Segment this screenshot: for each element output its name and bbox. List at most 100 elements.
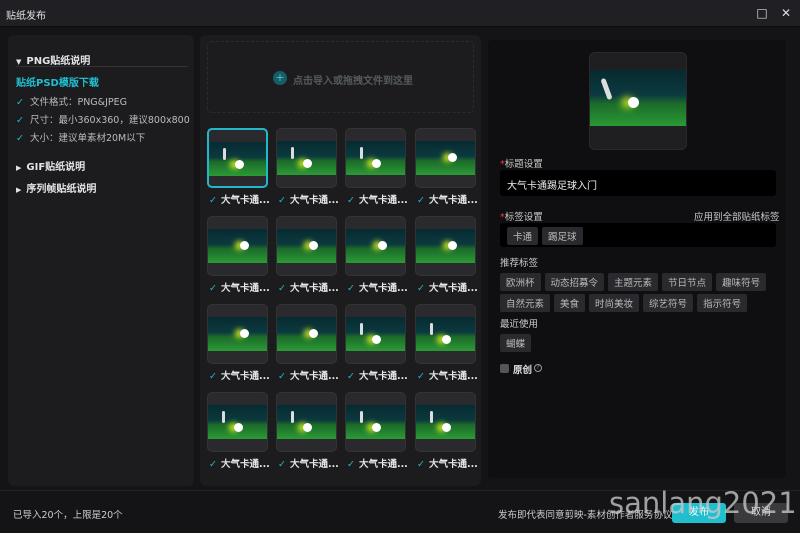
recommend-tag[interactable]: 美食: [554, 294, 586, 312]
sticker-thumbnail[interactable]: [415, 216, 476, 276]
sticker-label: ✓ 大气卡通...: [278, 371, 339, 382]
check-icon: ✓: [16, 133, 24, 144]
check-icon: ✓: [417, 283, 425, 294]
sticker-image: [416, 405, 475, 439]
check-icon: ✓: [209, 371, 217, 382]
sticker-thumbnail[interactable]: [207, 216, 268, 276]
check-icon: ✓: [16, 115, 24, 126]
sticker-image: [416, 141, 475, 175]
tag-chip[interactable]: 卡通: [507, 227, 539, 245]
sticker-thumbnail[interactable]: [276, 128, 337, 188]
recommend-tag[interactable]: 节日节点: [662, 273, 713, 291]
tag-chip[interactable]: 踢足球: [542, 227, 583, 245]
sticker-thumbnail[interactable]: [207, 304, 268, 364]
sticker-image: [208, 229, 267, 263]
sticker-thumbnail[interactable]: [345, 128, 406, 188]
sticker-image: [209, 142, 266, 176]
check-icon: ✓: [278, 283, 286, 294]
check-icon: ✓: [278, 459, 286, 470]
sticker-label: ✓ 大气卡通...: [209, 195, 270, 206]
sticker-thumbnail[interactable]: [345, 304, 406, 364]
check-icon: ✓: [417, 459, 425, 470]
sticker-label: ✓ 大气卡通...: [278, 283, 339, 294]
check-icon: ✓: [278, 195, 286, 206]
maximize-icon[interactable]: □: [754, 5, 770, 21]
check-icon: ✓: [417, 195, 425, 206]
check-icon: ✓: [347, 283, 355, 294]
window-title: 贴纸发布: [6, 11, 46, 22]
sticker-image: [277, 405, 336, 439]
sticker-label: ✓ 大气卡通...: [347, 283, 408, 294]
sticker-label: ✓ 大气卡通...: [347, 459, 408, 470]
sticker-thumbnail[interactable]: [207, 128, 268, 188]
recommend-tag[interactable]: 动态招募令: [544, 273, 605, 291]
caret-right-icon: ▶: [16, 186, 22, 194]
tags-input[interactable]: 卡通 踢足球: [500, 223, 776, 247]
sticker-preview: [589, 52, 687, 150]
sticker-label: ✓ 大气卡通...: [278, 195, 339, 206]
check-icon: ✓: [417, 371, 425, 382]
sticker-thumbnail[interactable]: [276, 392, 337, 452]
title-value: 大气卡通踢足球入门: [507, 181, 597, 192]
sticker-thumbnail[interactable]: [415, 128, 476, 188]
recommend-tag[interactable]: 趣味符号: [716, 273, 767, 291]
close-icon[interactable]: ✕: [778, 5, 794, 21]
sticker-thumbnail[interactable]: [276, 304, 337, 364]
check-icon: ✓: [209, 195, 217, 206]
recent-tag[interactable]: 蝴蝶: [500, 334, 532, 352]
cancel-button[interactable]: 取消: [734, 503, 788, 523]
sticker-image: [416, 229, 475, 263]
publish-button[interactable]: 发布: [672, 503, 726, 523]
sticker-image: [416, 317, 475, 351]
sticker-thumbnail[interactable]: [276, 216, 337, 276]
original-checkbox[interactable]: [500, 364, 509, 373]
recommend-tag[interactable]: 自然元素: [500, 294, 551, 312]
caret-down-icon: ▼: [16, 58, 22, 66]
sticker-image: [346, 141, 405, 175]
sticker-image: [277, 141, 336, 175]
sticker-thumbnail[interactable]: [345, 216, 406, 276]
sticker-image: [208, 405, 267, 439]
recommend-label: 推荐标签: [500, 258, 539, 269]
recent-label: 最近使用: [500, 319, 539, 330]
recommend-tag[interactable]: 主题元素: [608, 273, 659, 291]
sequence-guide-toggle[interactable]: ▶ 序列帧贴纸说明: [16, 180, 96, 195]
sticker-label: ✓ 大气卡通...: [278, 459, 339, 470]
apply-all-tags-link[interactable]: 应用到全部贴纸标签: [694, 209, 780, 223]
sticker-thumbnail[interactable]: [207, 392, 268, 452]
check-icon: ✓: [209, 283, 217, 294]
title-input[interactable]: 大气卡通踢足球入门: [500, 170, 776, 196]
psd-template-link[interactable]: 贴纸PSD模版下载: [16, 74, 99, 89]
png-guide-toggle[interactable]: ▼ PNG贴纸说明: [16, 52, 90, 67]
title-label: *标题设置: [500, 159, 543, 170]
sticker-thumbnail[interactable]: [345, 392, 406, 452]
guide-item: ✓ 大小：建议单素材20M以下: [16, 133, 146, 144]
original-label: 原创: [513, 365, 533, 376]
gif-guide-toggle[interactable]: ▶ GIF贴纸说明: [16, 158, 85, 173]
sticker-image: [277, 229, 336, 263]
sticker-label: ✓ 大气卡通...: [347, 195, 408, 206]
check-icon: ✓: [347, 195, 355, 206]
help-icon[interactable]: ?: [534, 364, 542, 372]
check-icon: ✓: [278, 371, 286, 382]
sticker-image: [346, 229, 405, 263]
sticker-label: ✓ 大气卡通...: [209, 371, 270, 382]
upload-dropzone[interactable]: + 点击导入或拖拽文件到这里: [207, 41, 474, 113]
check-icon: ✓: [209, 459, 217, 470]
guide-item: ✓ 尺寸：最小360x360，建议800x800: [16, 115, 190, 126]
recommend-tag[interactable]: 指示符号: [697, 294, 748, 312]
sticker-image: [208, 317, 267, 351]
sticker-thumbnail[interactable]: [415, 392, 476, 452]
recommend-tag[interactable]: 综艺符号: [643, 294, 694, 312]
recommend-tag[interactable]: 时尚美妆: [589, 294, 640, 312]
agreement-link[interactable]: 发布即代表同意剪映-素材创作者服务协议: [498, 507, 672, 521]
divider: [16, 66, 188, 67]
sticker-image: [277, 317, 336, 351]
sticker-image: [346, 317, 405, 351]
tags-label: *标签设置: [500, 212, 543, 223]
sticker-label: ✓ 大气卡通...: [347, 371, 408, 382]
sticker-label: ✓ 大气卡通...: [209, 283, 270, 294]
sticker-thumbnail[interactable]: [415, 304, 476, 364]
check-icon: ✓: [16, 97, 24, 108]
recommend-tag[interactable]: 欧洲杯: [500, 273, 541, 291]
